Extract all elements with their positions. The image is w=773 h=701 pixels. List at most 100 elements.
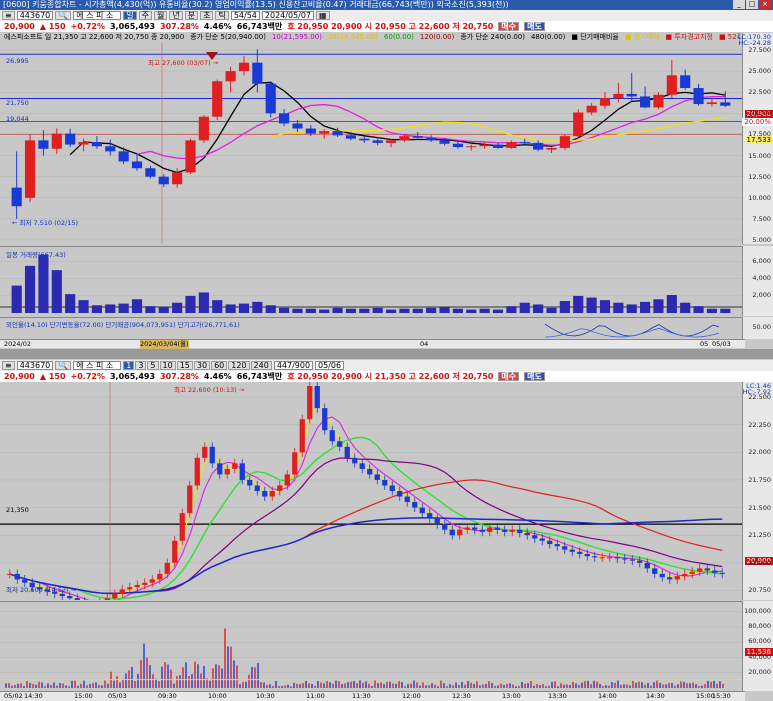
period-year-button[interactable]: 년: [169, 11, 183, 20]
count-field[interactable]: 54/54: [230, 11, 260, 20]
interval-button[interactable]: 240: [250, 361, 272, 370]
close-icon[interactable]: ×: [759, 0, 771, 9]
minute-candle-body: [704, 568, 710, 571]
panel-divider[interactable]: [0, 349, 773, 359]
volume-bar: [586, 297, 597, 313]
interval-button[interactable]: 15: [176, 361, 193, 370]
legend-item[interactable]: ■ 장기매매: [625, 33, 660, 41]
daily-volume-chart[interactable]: 일봉 거래량(667.43): [0, 246, 742, 316]
period-day-button[interactable]: 일: [123, 11, 137, 20]
period-minute-button[interactable]: 분: [184, 11, 199, 20]
maximize-icon[interactable]: □: [746, 0, 758, 9]
legend-item[interactable]: 480(0.00): [531, 33, 565, 41]
minute-volume-axis: 11,536 100,000 80,000 60,000 40,000 20,000: [742, 601, 773, 691]
minute-candle-body: [652, 568, 658, 574]
bottom-stock-name-field[interactable]: 에 스 피 소: [73, 361, 122, 370]
minute-candle-body: [127, 587, 133, 590]
period-second-button[interactable]: 초: [200, 11, 214, 20]
legend-item[interactable]: ■ 투자경고지정: [665, 33, 712, 41]
y-tick-label: 22.500: [748, 393, 771, 402]
stock-name-field[interactable]: 에 스 피 소: [73, 11, 122, 20]
minute-price-axis[interactable]: LC:1.46 HC:-7.92 20,900 20.750 21.000 21.2…: [742, 382, 773, 600]
legend-item[interactable]: 20(19,545.00): [328, 33, 378, 41]
minute-candle-body: [509, 529, 515, 532]
minute-candle-body: [299, 419, 305, 453]
minute-time-axis: 05/02 14:30 15:00 05/03 09:30 10:00 10:30 11:00…: [0, 691, 745, 701]
minute-candle-body: [367, 468, 373, 475]
interval-button[interactable]: 10: [159, 361, 176, 370]
candle-body: [279, 113, 290, 124]
daily-indicator-chart[interactable]: 외인율(14.10) 단기변동율(72.00) 단기매공(904,073,951…: [0, 317, 742, 339]
interval-button[interactable]: 3: [135, 361, 147, 370]
search-icon[interactable]: 🔍: [55, 11, 72, 20]
bottom-sell-button[interactable]: 매도: [524, 372, 545, 381]
minute-ma-line: [9, 517, 723, 595]
calendar-icon[interactable]: ▦: [316, 11, 330, 20]
candle-body: [399, 136, 410, 141]
bottom-stock-code-input[interactable]: 443670: [16, 361, 54, 370]
minute-candle-body: [554, 544, 560, 547]
candle-body: [198, 116, 209, 141]
candle-body: [252, 62, 263, 84]
interval-button[interactable]: 1: [123, 361, 135, 370]
daily-price-chart[interactable]: 26,995 21,750 19,044 최고 27,600 (03/07) →…: [0, 42, 742, 244]
bottom-count-field[interactable]: 447/900: [273, 361, 314, 370]
minute-candle-body: [479, 529, 485, 532]
bottom-menu-icon[interactable]: ≡: [2, 361, 15, 370]
minute-candle-body: [502, 529, 508, 532]
vol-tick-label: 40,000: [748, 652, 771, 661]
interval-button[interactable]: 60: [211, 361, 228, 370]
volume-bar: [11, 285, 22, 313]
legend-item[interactable]: 120(0.00): [420, 33, 454, 41]
legend-item[interactable]: 종가 단순 240(0.00): [460, 33, 525, 41]
volume-bar: [212, 300, 223, 313]
menu-icon[interactable]: ≡: [2, 11, 15, 20]
date-field[interactable]: 2024/05/07: [261, 11, 315, 20]
minute-candle-body: [547, 540, 553, 545]
minute-candle-body: [232, 463, 238, 469]
vol-tick-label: 2,000: [752, 290, 771, 299]
candle-body: [693, 88, 704, 105]
minute-candle-body: [382, 479, 388, 486]
candle-body: [359, 138, 370, 141]
minute-candle-body: [359, 463, 365, 469]
bottom-date-field[interactable]: 05/06: [315, 361, 345, 370]
period-week-button[interactable]: 주: [138, 11, 152, 20]
period-tick-button[interactable]: 틱: [215, 11, 229, 20]
legend-item[interactable]: ■ 52주 신고가(0.00): [719, 33, 740, 41]
legend-item[interactable]: 10(21,595.00): [272, 33, 322, 41]
minute-candle-body: [209, 446, 215, 464]
legend-item[interactable]: 종가 단순 5(20,940.00): [190, 33, 266, 41]
minute-price-chart[interactable]: 최고 22,600 (10:13) → 최저 20,600 (14:52) → …: [0, 381, 742, 612]
minimize-icon[interactable]: _: [733, 0, 745, 9]
sell-button[interactable]: 매도: [524, 22, 545, 31]
bottom-search-icon[interactable]: 🔍: [55, 361, 72, 370]
daily-price-axis[interactable]: LC:170.30 HC:-24.28 20,900 20.00% 17,533…: [738, 33, 773, 244]
buy-button[interactable]: 매수: [498, 22, 520, 31]
minute-candle-body: [74, 598, 80, 602]
minute-candle-body: [277, 485, 283, 491]
legend-item[interactable]: 60(0.00): [384, 33, 414, 41]
minute-candle-body: [419, 507, 425, 514]
legend-item[interactable]: ■ 단기매매비율: [571, 33, 618, 41]
bottom-buy-button[interactable]: 매수: [498, 372, 520, 381]
x-tick-label: 14:30: [24, 692, 43, 700]
minute-candle-body: [494, 527, 500, 530]
candle-body: [131, 161, 143, 169]
candle-body: [613, 93, 624, 99]
interval-button[interactable]: 5: [147, 361, 159, 370]
legend-item[interactable]: 에스피소프트 일 21,350 고 22,600 저 20,750 종 20,9…: [4, 33, 184, 41]
minute-candle-body: [584, 554, 590, 557]
volume-bar: [693, 306, 704, 313]
interval-button[interactable]: 30: [193, 361, 211, 370]
minute-candle-body: [179, 513, 185, 541]
stock-code-input[interactable]: 443670: [16, 11, 54, 20]
interval-button[interactable]: 120: [228, 361, 250, 370]
bottom-price-change-pct: +0.72%: [70, 372, 105, 381]
minute-candle-body: [464, 527, 470, 530]
period-month-button[interactable]: 월: [153, 11, 168, 20]
minute-volume-chart[interactable]: [0, 601, 742, 691]
minute-candle-body: [472, 527, 478, 530]
minute-candle-body: [674, 576, 680, 580]
volume-bar: [399, 308, 410, 313]
